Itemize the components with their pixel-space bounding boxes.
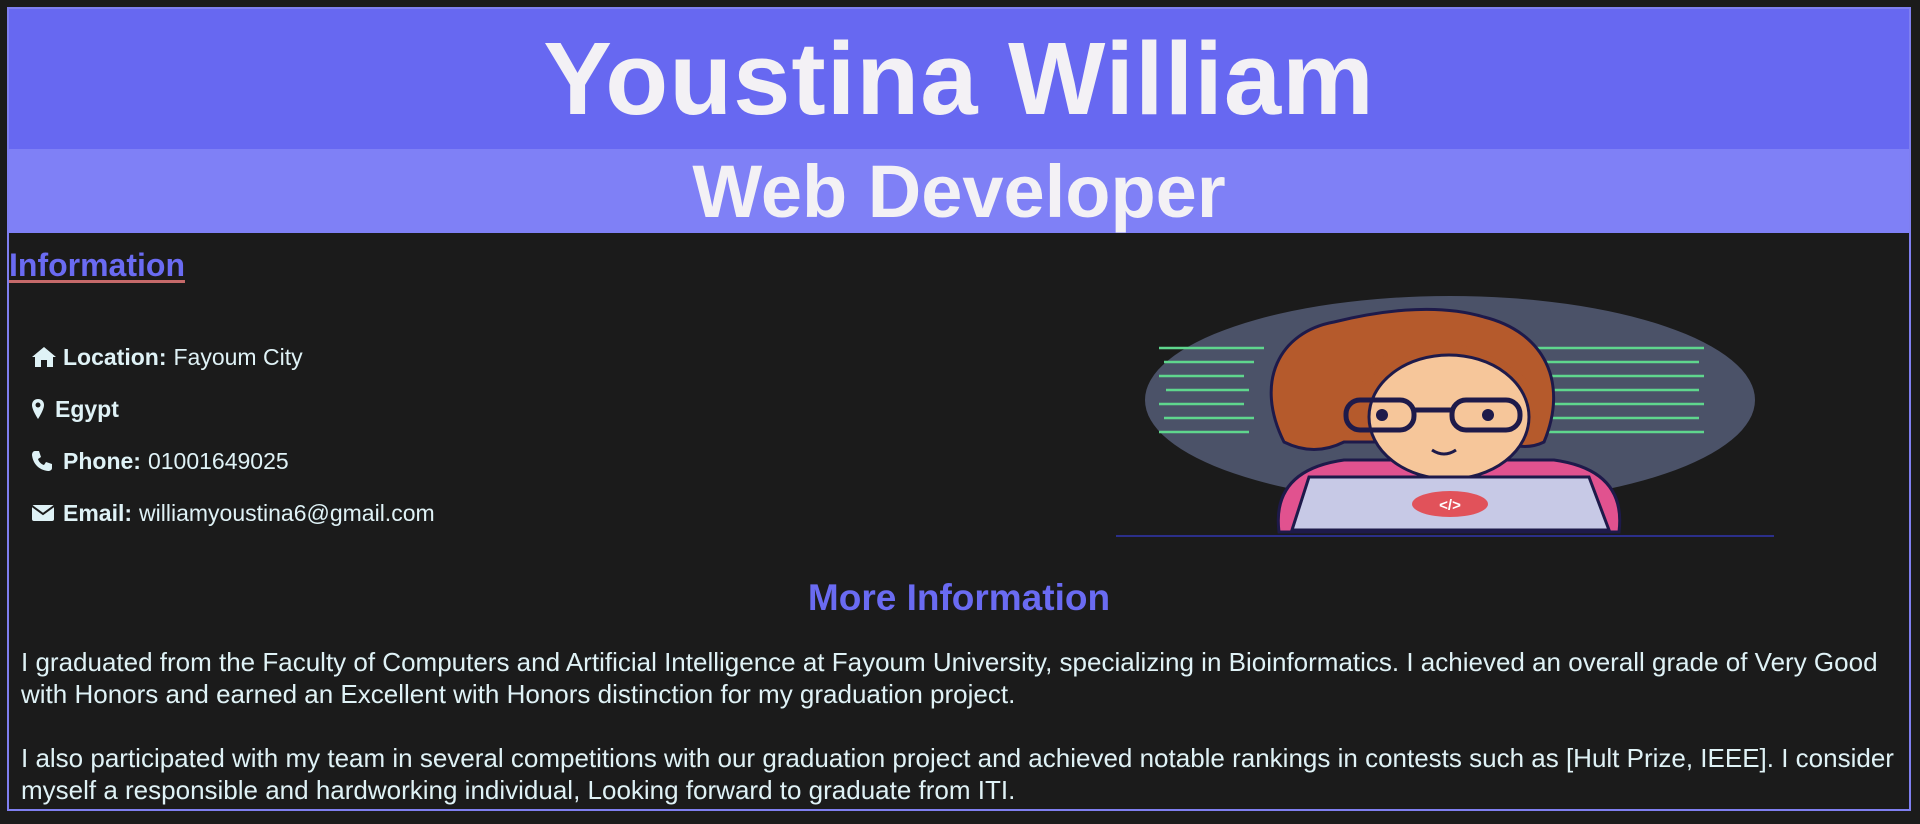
info-list: Location: Fayoum City Egypt Phone: 01001… [31,331,435,539]
email-value[interactable]: williamyoustina6@gmail.com [139,500,435,527]
phone-value: 01001649025 [147,447,289,474]
map-marker-icon [31,397,49,421]
job-title-header: Web Developer [9,149,1909,233]
location-label: Location: [63,343,167,370]
developer-illustration: </> [1116,296,1774,537]
name-header: Youstina William [9,9,1909,149]
home-icon [31,345,57,369]
info-item-country: Egypt [31,383,435,435]
info-item-phone: Phone: 01001649025 [31,435,435,487]
bio-paragraph-education: I graduated from the Faculty of Computer… [21,647,1878,709]
email-label: Email: [63,499,133,526]
svg-text:</>: </> [1439,497,1461,514]
info-item-email: Email: williamyoustina6@gmail.com [31,487,435,539]
envelope-icon [31,501,57,525]
info-item-location: Location: Fayoum City [31,331,435,383]
information-heading: Information [9,247,185,283]
location-value: Fayoum City [173,343,303,370]
more-information-heading: More Information [807,577,1111,618]
bio-paragraph-competitions: I also participated with my team in seve… [21,743,1894,805]
page-frame: Youstina William Web Developer Informati… [7,7,1911,811]
phone-icon [31,449,57,473]
country-label: Egypt [55,395,119,422]
phone-label: Phone: [63,447,141,474]
